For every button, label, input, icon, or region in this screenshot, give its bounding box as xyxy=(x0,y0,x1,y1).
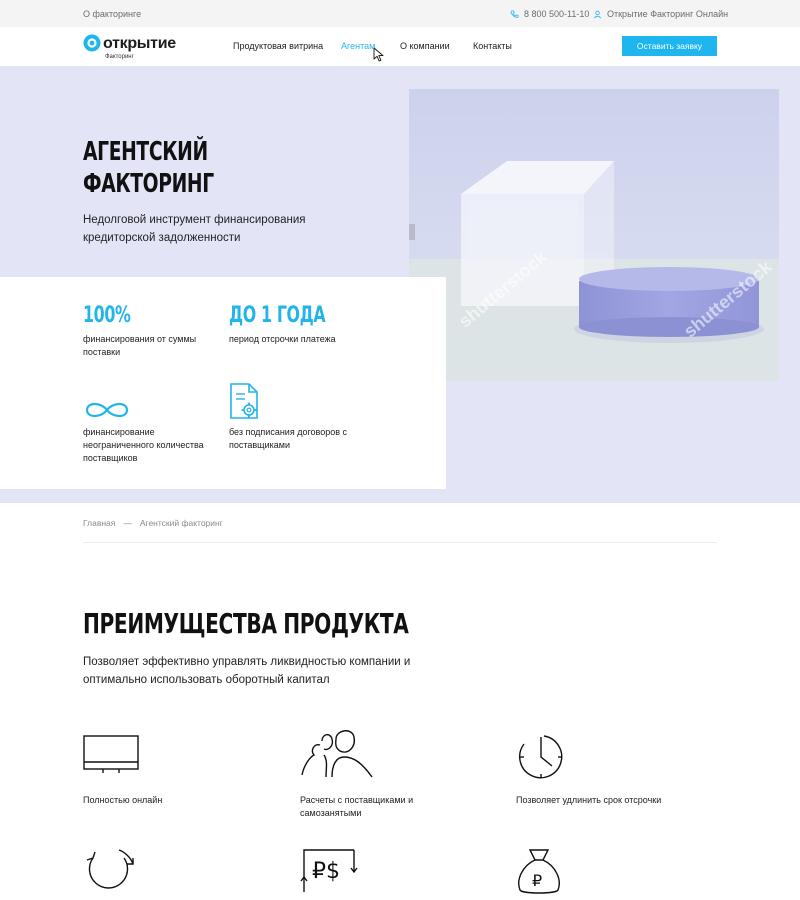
people-icon xyxy=(301,730,373,778)
brand-logo[interactable]: открытие Факторинг xyxy=(83,32,183,62)
breadcrumb: Главная — Агентский факторинг xyxy=(83,518,223,528)
stat-desc-unlimited: финансирование неограниченного количеств… xyxy=(83,427,204,463)
money-bag-icon: ₽ xyxy=(518,849,560,894)
clock-icon xyxy=(519,735,563,779)
advantage-label-settlements: Расчеты с поставщиками и самозанятыми xyxy=(300,795,414,818)
logo-subtitle: Факторинг xyxy=(105,54,134,60)
stat-value-percent: 100% xyxy=(83,303,131,328)
svg-text:₽: ₽ xyxy=(532,871,542,890)
hero-title: Агентский факторинг xyxy=(83,136,214,200)
nav-product-showcase[interactable]: Продуктовая витрина xyxy=(233,41,323,51)
mouse-cursor-icon xyxy=(373,47,384,62)
hero-subtitle: Недолговой инструмент финансирования кре… xyxy=(83,214,306,244)
phone-number: 8 800 500-11-10 xyxy=(524,9,590,19)
divider xyxy=(83,542,717,543)
document-gear-icon xyxy=(230,383,258,419)
logo-mark-icon xyxy=(83,34,101,52)
breadcrumb-home[interactable]: Главная xyxy=(83,518,115,528)
breadcrumb-current: Агентский факторинг xyxy=(139,518,223,528)
user-icon xyxy=(593,10,602,18)
online-cabinet-link[interactable]: Открытие Факторинг Онлайн xyxy=(593,9,728,19)
advantage-label-online: Полностью онлайн xyxy=(83,795,163,805)
hero-image: shutterstock shutterstock xyxy=(409,89,779,381)
nav-contacts[interactable]: Контакты xyxy=(473,41,512,51)
submit-application-button[interactable]: Оставить заявку xyxy=(622,36,717,56)
hero-title-line-2: факторинг xyxy=(83,169,214,199)
main-header: открытие Факторинг Продуктовая витрина А… xyxy=(0,27,800,66)
advantage-label-deferral: Позволяет удлинить срок отсрочки xyxy=(516,795,662,805)
advantages-subtitle: Позволяет эффективно управлять ликвиднос… xyxy=(83,656,411,686)
online-cabinet-label: Открытие Факторинг Онлайн xyxy=(607,9,729,19)
logo-wordmark: открытие xyxy=(103,35,176,52)
infinity-icon xyxy=(85,402,129,418)
advantages-title: Преимущества продукта xyxy=(83,607,409,640)
phone-link[interactable]: 8 800 500-11-10 xyxy=(510,9,589,19)
monitor-icon xyxy=(83,735,139,773)
nav-agents[interactable]: Агентам xyxy=(341,41,375,51)
podium-illustration xyxy=(409,89,779,381)
refresh-icon xyxy=(86,849,134,889)
stats-card xyxy=(0,277,446,489)
top-utility-bar: О факторинге 8 800 500-11-10 Открытие Фа… xyxy=(0,0,800,27)
currency-exchange-icon: ₽$ xyxy=(300,849,358,892)
hero-title-line-1: Агентский xyxy=(83,137,208,167)
about-factoring-link[interactable]: О факторинге xyxy=(83,9,141,19)
stat-desc-no-contracts: без подписания договоров с поставщиками xyxy=(229,427,348,450)
nav-about-company[interactable]: О компании xyxy=(400,41,450,51)
breadcrumb-separator: — xyxy=(123,518,132,528)
stat-desc-percent: финансирования от суммы поставки xyxy=(83,334,197,357)
stat-desc-deferral: период отсрочки платежа xyxy=(229,334,336,344)
svg-text:₽$: ₽$ xyxy=(312,859,340,884)
stat-value-deferral: до 1 года xyxy=(229,303,326,328)
phone-icon xyxy=(510,9,519,18)
